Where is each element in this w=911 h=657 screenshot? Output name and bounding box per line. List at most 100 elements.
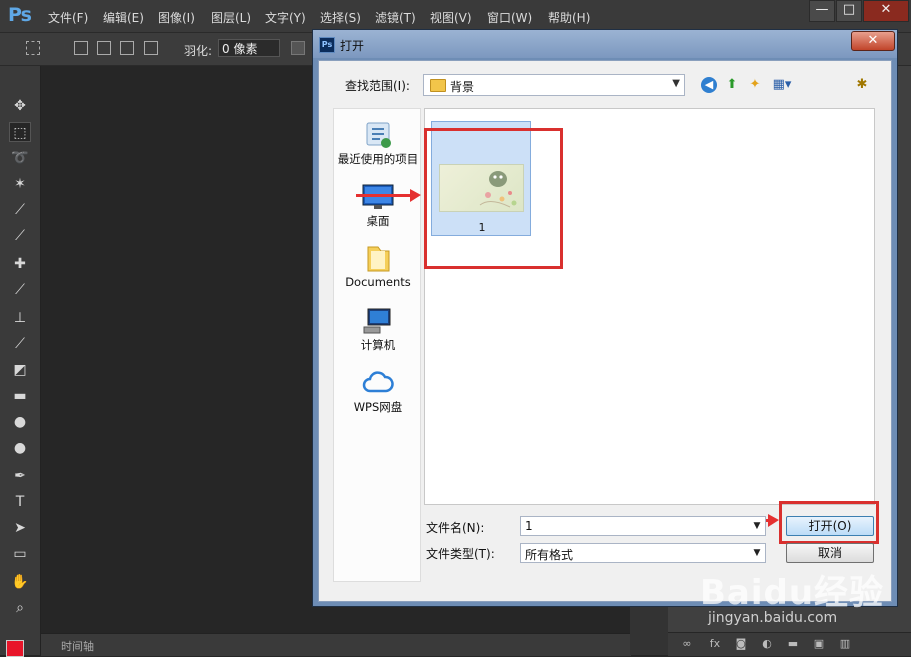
place-label-documents: Documents bbox=[345, 275, 411, 289]
menu-window[interactable]: 窗口(W) bbox=[487, 9, 532, 26]
hand-tool-icon[interactable]: ✋ bbox=[9, 572, 31, 592]
close-button[interactable]: ✕ bbox=[863, 0, 909, 22]
lookin-dropdown[interactable]: 背景 ▼ bbox=[423, 74, 685, 96]
type-tool-icon[interactable]: T bbox=[9, 492, 31, 512]
new-selection-icon[interactable] bbox=[74, 41, 88, 55]
subtract-selection-icon[interactable] bbox=[120, 41, 134, 55]
filetype-label: 文件类型(T): bbox=[426, 547, 495, 561]
link-layers-icon[interactable]: ∞ bbox=[680, 637, 694, 651]
eyedropper-tool-icon[interactable]: ⟋ bbox=[9, 226, 31, 246]
menu-help[interactable]: 帮助(H) bbox=[548, 9, 590, 26]
folder-options-icon[interactable]: ✱ bbox=[854, 77, 870, 93]
place-desktop[interactable]: 桌面 bbox=[334, 183, 422, 229]
toolbox: ✥ ⬚ ➰ ✶ ⟋ ⟋ ✚ ⟋ ⊥ ⟋ ◩ ▬ ● ● ✒ T ➤ ▭ ✋ ⌕ bbox=[0, 66, 41, 655]
open-button[interactable]: 打开(O) bbox=[786, 516, 874, 536]
filetype-value: 所有格式 bbox=[525, 548, 574, 562]
lasso-tool-icon[interactable]: ➰ bbox=[9, 148, 31, 168]
cloud-icon bbox=[362, 369, 394, 397]
place-wps-cloud[interactable]: WPS网盘 bbox=[334, 369, 422, 415]
path-select-tool-icon[interactable]: ➤ bbox=[9, 518, 31, 538]
add-selection-icon[interactable] bbox=[97, 41, 111, 55]
anti-alias-checkbox[interactable] bbox=[291, 41, 305, 55]
chevron-down-icon: ▼ bbox=[672, 78, 680, 89]
zoom-tool-icon[interactable]: ⌕ bbox=[9, 598, 31, 618]
stamp-tool-icon[interactable]: ⊥ bbox=[9, 308, 31, 328]
adjustment-layer-icon[interactable]: ◐ bbox=[760, 637, 774, 651]
new-layer-icon[interactable]: ▣ bbox=[812, 637, 826, 651]
maximize-button[interactable]: □ bbox=[836, 0, 862, 22]
lookin-label: 查找范围(I): bbox=[345, 79, 410, 93]
places-bar: 最近使用的项目 桌面 Documents 计算机 WPS网盘 bbox=[333, 108, 421, 582]
filetype-dropdown[interactable]: 所有格式 ▼ bbox=[520, 543, 766, 563]
brush-tool-icon[interactable]: ⟋ bbox=[9, 280, 31, 300]
place-label-desktop: 桌面 bbox=[366, 214, 390, 228]
add-mask-icon[interactable]: ◙ bbox=[734, 637, 748, 651]
arrow-to-file bbox=[356, 189, 421, 202]
move-tool-icon[interactable]: ✥ bbox=[9, 96, 31, 116]
place-label-recent: 最近使用的项目 bbox=[337, 152, 419, 166]
up-folder-icon[interactable]: ⬆ bbox=[724, 77, 740, 93]
documents-folder-icon bbox=[362, 245, 394, 273]
marquee-tool-icon[interactable]: ⬚ bbox=[9, 122, 31, 142]
foreground-color-swatch[interactable] bbox=[6, 640, 24, 657]
photoshop-logo: Ps bbox=[8, 4, 32, 26]
minimize-button[interactable]: — bbox=[809, 0, 835, 22]
cancel-button[interactable]: 取消 bbox=[786, 543, 874, 563]
menu-type[interactable]: 文字(Y) bbox=[265, 9, 306, 26]
chevron-down-icon[interactable]: ▼ bbox=[749, 544, 765, 562]
dodge-tool-icon[interactable]: ● bbox=[9, 438, 31, 458]
magic-wand-tool-icon[interactable]: ✶ bbox=[9, 174, 31, 194]
recent-items-icon bbox=[362, 121, 394, 149]
history-brush-tool-icon[interactable]: ⟋ bbox=[9, 334, 31, 354]
dialog-titlebar: Ps 打开 ✕ bbox=[313, 30, 897, 58]
delete-layer-icon[interactable]: ▥ bbox=[838, 637, 852, 651]
dialog-body: 查找范围(I): 背景 ▼ ◀ ⬆ ✦ ▦▾ ✱ 最近使用的项目 桌面 Docu… bbox=[318, 60, 892, 602]
eraser-tool-icon[interactable]: ◩ bbox=[9, 360, 31, 380]
menu-view[interactable]: 视图(V) bbox=[430, 9, 472, 26]
menu-edit[interactable]: 编辑(E) bbox=[103, 9, 144, 26]
highlight-box-file bbox=[424, 128, 563, 269]
blur-tool-icon[interactable]: ● bbox=[9, 412, 31, 432]
intersect-selection-icon[interactable] bbox=[144, 41, 158, 55]
filename-value: 1 bbox=[525, 519, 533, 533]
open-dialog: Ps 打开 ✕ 查找范围(I): 背景 ▼ ◀ ⬆ ✦ ▦▾ ✱ 最近使用的项目 bbox=[312, 29, 898, 607]
layers-footer-bar: ∞ fx ◙ ◐ ▬ ▣ ▥ bbox=[668, 632, 911, 656]
marquee-preset-icon[interactable] bbox=[26, 41, 40, 55]
new-folder-icon[interactable]: ✦ bbox=[747, 77, 763, 93]
place-documents[interactable]: Documents bbox=[334, 245, 422, 289]
view-menu-icon[interactable]: ▦▾ bbox=[769, 77, 795, 93]
place-label-computer: 计算机 bbox=[360, 338, 396, 352]
watermark-logo: Baidu经验 bbox=[700, 573, 885, 613]
crop-tool-icon[interactable]: ⟋ bbox=[9, 200, 31, 220]
dialog-close-button[interactable]: ✕ bbox=[851, 31, 895, 51]
shape-tool-icon[interactable]: ▭ bbox=[9, 544, 31, 564]
place-label-wps-cloud: WPS网盘 bbox=[353, 400, 403, 414]
fx-icon[interactable]: fx bbox=[708, 637, 722, 651]
computer-icon bbox=[362, 307, 394, 335]
folder-icon bbox=[430, 79, 446, 92]
back-icon[interactable]: ◀ bbox=[701, 77, 717, 93]
new-group-icon[interactable]: ▬ bbox=[786, 637, 800, 651]
lookin-value: 背景 bbox=[450, 80, 475, 94]
menu-filter[interactable]: 滤镜(T) bbox=[375, 9, 416, 26]
timeline-panel: 时间轴 bbox=[41, 633, 631, 656]
menu-image[interactable]: 图像(I) bbox=[158, 9, 195, 26]
place-computer[interactable]: 计算机 bbox=[334, 307, 422, 353]
photoshop-app-icon: Ps bbox=[319, 37, 335, 53]
healing-tool-icon[interactable]: ✚ bbox=[9, 254, 31, 274]
menu-file[interactable]: 文件(F) bbox=[48, 9, 88, 26]
place-recent[interactable]: 最近使用的项目 bbox=[334, 121, 422, 167]
feather-label: 羽化: bbox=[184, 44, 213, 58]
filename-label: 文件名(N): bbox=[426, 521, 485, 535]
pen-tool-icon[interactable]: ✒ bbox=[9, 466, 31, 486]
feather-input[interactable]: 0 像素 bbox=[218, 39, 280, 57]
menu-select[interactable]: 选择(S) bbox=[320, 9, 361, 26]
chevron-down-icon[interactable]: ▼ bbox=[749, 517, 765, 535]
gradient-tool-icon[interactable]: ▬ bbox=[9, 386, 31, 406]
timeline-label: 时间轴 bbox=[61, 640, 94, 653]
menu-layer[interactable]: 图层(L) bbox=[211, 9, 251, 26]
filename-field[interactable]: 1 ▼ bbox=[520, 516, 766, 536]
watermark-url: jingyan.baidu.com bbox=[708, 610, 838, 626]
dialog-title: 打开 bbox=[340, 39, 365, 53]
desktop-icon bbox=[362, 183, 394, 211]
